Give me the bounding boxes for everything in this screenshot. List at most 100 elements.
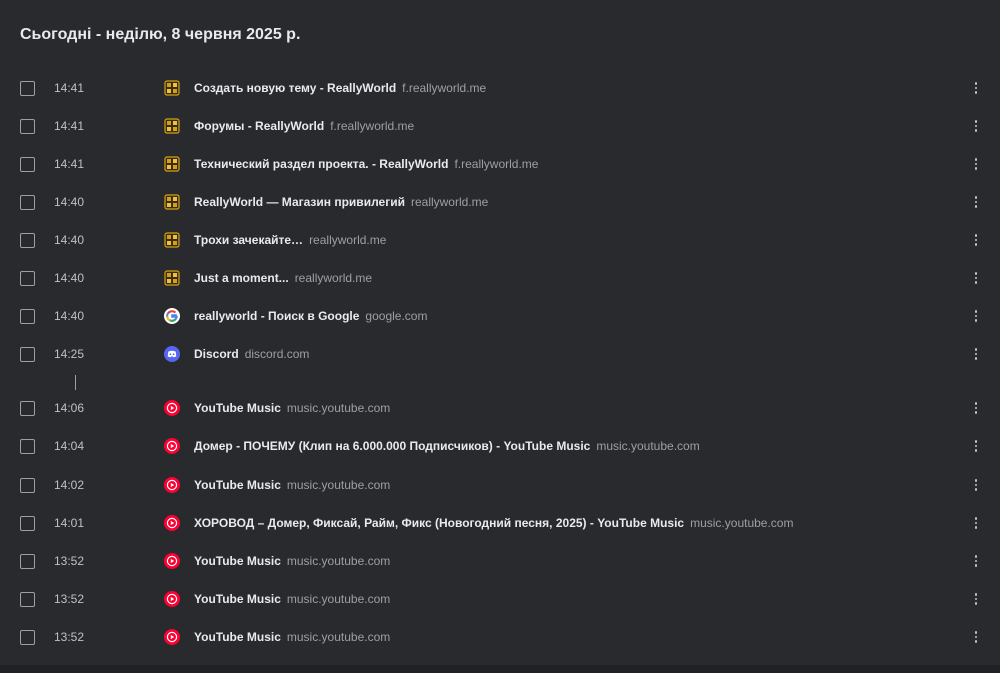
entry-title: YouTube Music — [194, 478, 281, 492]
reallyworld-icon — [164, 270, 180, 286]
entry-title: Домер - ПОЧЕМУ (Клип на 6.000.000 Подпис… — [194, 439, 591, 453]
youtube-music-icon — [164, 629, 180, 645]
visit-time: 14:25 — [54, 347, 85, 361]
entry-domain: music.youtube.com — [286, 401, 391, 415]
reallyworld-icon — [164, 156, 180, 172]
more-actions-icon[interactable] — [968, 344, 984, 364]
more-actions-icon[interactable] — [968, 551, 984, 571]
visit-time: 14:41 — [54, 119, 85, 133]
history-entry-link[interactable]: Трохи зачекайте… reallyworld.me — [194, 233, 386, 247]
select-checkbox[interactable] — [20, 309, 35, 324]
reallyworld-icon — [164, 194, 180, 210]
history-row[interactable]: 13:52 YouTube Music music.youtube.com — [0, 619, 1000, 657]
more-actions-icon[interactable] — [968, 627, 984, 647]
history-row[interactable]: 14:40 Just a moment... reallyworld.me — [0, 260, 1000, 298]
entry-domain: music.youtube.com — [286, 478, 391, 492]
select-checkbox[interactable] — [20, 401, 35, 416]
history-entry-link[interactable]: reallyworld - Поиск в Google google.com — [194, 309, 427, 323]
history-entry-link[interactable]: Discord discord.com — [194, 347, 309, 361]
history-entry-link[interactable]: ХОРОВОД – Домер, Фиксай, Райм, Фикс (Нов… — [194, 516, 793, 530]
history-row[interactable]: 14:41 Создать новую тему - ReallyWorld f.r… — [0, 70, 1000, 108]
history-row[interactable]: 13:52 YouTube Music music.youtube.com — [0, 581, 1000, 619]
history-row[interactable]: 14:02 YouTube Music music.youtube.com — [0, 467, 1000, 505]
history-entry-link[interactable]: ReallyWorld — Магазин привилегий reallywo… — [194, 195, 488, 209]
select-checkbox[interactable] — [20, 478, 35, 493]
history-entry-link[interactable]: Технический раздел проекта. - ReallyWorl… — [194, 157, 538, 171]
select-checkbox[interactable] — [20, 195, 35, 210]
select-checkbox[interactable] — [20, 119, 35, 134]
history-entry-link[interactable]: Just a moment... reallyworld.me — [194, 271, 372, 285]
visit-time: 14:02 — [54, 478, 85, 492]
history-entry-link[interactable]: YouTube Music music.youtube.com — [194, 478, 390, 492]
more-actions-icon[interactable] — [968, 78, 984, 98]
more-actions-icon[interactable] — [968, 192, 984, 212]
history-entry-link[interactable]: YouTube Music music.youtube.com — [194, 401, 390, 415]
history-entry-link[interactable]: Создать новую тему - ReallyWorld f.really… — [194, 81, 486, 95]
history-entry-link[interactable]: Домер - ПОЧЕМУ (Клип на 6.000.000 Подпис… — [194, 439, 700, 453]
history-row[interactable]: 13:52 YouTube Music music.youtube.com — [0, 543, 1000, 581]
entry-domain: reallyworld.me — [294, 271, 373, 285]
history-entry-link[interactable]: Форумы - ReallyWorld f.reallyworld.me — [194, 119, 414, 133]
more-actions-icon[interactable] — [968, 436, 984, 456]
history-row[interactable]: 14:25 Discord discord.com — [0, 336, 1000, 374]
select-checkbox[interactable] — [20, 233, 35, 248]
entry-domain: music.youtube.com — [286, 630, 391, 644]
visit-time: 14:01 — [54, 516, 85, 530]
more-actions-icon[interactable] — [968, 398, 984, 418]
select-checkbox[interactable] — [20, 554, 35, 569]
entry-domain: music.youtube.com — [596, 439, 700, 453]
entry-domain: music.youtube.com — [690, 516, 794, 530]
history-row[interactable]: 14:41 Форумы - ReallyWorld f.reallyworld.m… — [0, 108, 1000, 146]
history-row[interactable]: 14:41 Технический раздел проекта. - Reall… — [0, 146, 1000, 184]
entry-domain: f.reallyworld.me — [330, 119, 415, 133]
youtube-music-icon — [164, 438, 180, 454]
more-actions-icon[interactable] — [968, 513, 984, 533]
select-checkbox[interactable] — [20, 81, 35, 96]
visit-time: 13:52 — [54, 592, 85, 606]
entry-domain: f.reallyworld.me — [454, 157, 539, 171]
more-actions-icon[interactable] — [968, 475, 984, 495]
more-actions-icon[interactable] — [968, 116, 984, 136]
more-actions-icon[interactable] — [968, 306, 984, 326]
select-checkbox[interactable] — [20, 347, 35, 362]
entry-title: reallyworld - Поиск в Google — [194, 309, 360, 323]
entry-title: ХОРОВОД – Домер, Фиксай, Райм, Фикс (Нов… — [194, 516, 685, 530]
youtube-music-icon — [164, 553, 180, 569]
select-checkbox[interactable] — [20, 516, 35, 531]
visit-time: 14:06 — [54, 401, 85, 415]
discord-icon — [164, 346, 180, 362]
visit-time: 14:41 — [54, 81, 85, 95]
select-checkbox[interactable] — [20, 592, 35, 607]
more-actions-icon[interactable] — [968, 268, 984, 288]
visit-time: 14:40 — [54, 271, 85, 285]
reallyworld-icon — [164, 118, 180, 134]
select-checkbox[interactable] — [20, 157, 35, 172]
history-entry-link[interactable]: YouTube Music music.youtube.com — [194, 630, 390, 644]
more-actions-icon[interactable] — [968, 230, 984, 250]
history-entry-link[interactable]: YouTube Music music.youtube.com — [194, 592, 390, 606]
entry-domain: reallyworld.me — [309, 233, 387, 247]
entry-title: Технический раздел проекта. - ReallyWorl… — [194, 157, 449, 171]
history-row[interactable]: 14:40 ReallyWorld — Магазин привилегий rea… — [0, 184, 1000, 222]
entry-title: Форумы - ReallyWorld — [194, 119, 325, 133]
select-checkbox[interactable] — [20, 271, 35, 286]
more-actions-icon[interactable] — [968, 154, 984, 174]
history-row[interactable]: 14:40 reallyworld - Поиск в Google google.… — [0, 298, 1000, 336]
history-entry-link[interactable]: YouTube Music music.youtube.com — [194, 554, 390, 568]
reallyworld-icon — [164, 80, 180, 96]
select-checkbox[interactable] — [20, 439, 35, 454]
youtube-music-icon — [164, 477, 180, 493]
select-checkbox[interactable] — [20, 630, 35, 645]
visit-time: 14:40 — [54, 195, 85, 209]
visit-time: 13:52 — [54, 554, 85, 568]
history-row[interactable]: 14:04 Домер - ПОЧЕМУ (Клип на 6.000.000 П… — [0, 428, 1000, 466]
more-actions-icon[interactable] — [968, 589, 984, 609]
history-row[interactable]: 14:01 ХОРОВОД – Домер, Фиксай, Райм, Фикс… — [0, 505, 1000, 543]
history-row[interactable]: 14:06 YouTube Music music.youtube.com — [0, 390, 1000, 428]
history-row[interactable]: 14:40 Трохи зачекайте… reallyworld.me — [0, 222, 1000, 260]
entry-title: YouTube Music — [194, 592, 281, 606]
entry-domain: music.youtube.com — [286, 554, 391, 568]
google-icon — [164, 308, 180, 324]
entry-title: YouTube Music — [194, 401, 281, 415]
date-heading: Сьогодні - неділю, 8 червня 2025 р. — [20, 26, 301, 43]
